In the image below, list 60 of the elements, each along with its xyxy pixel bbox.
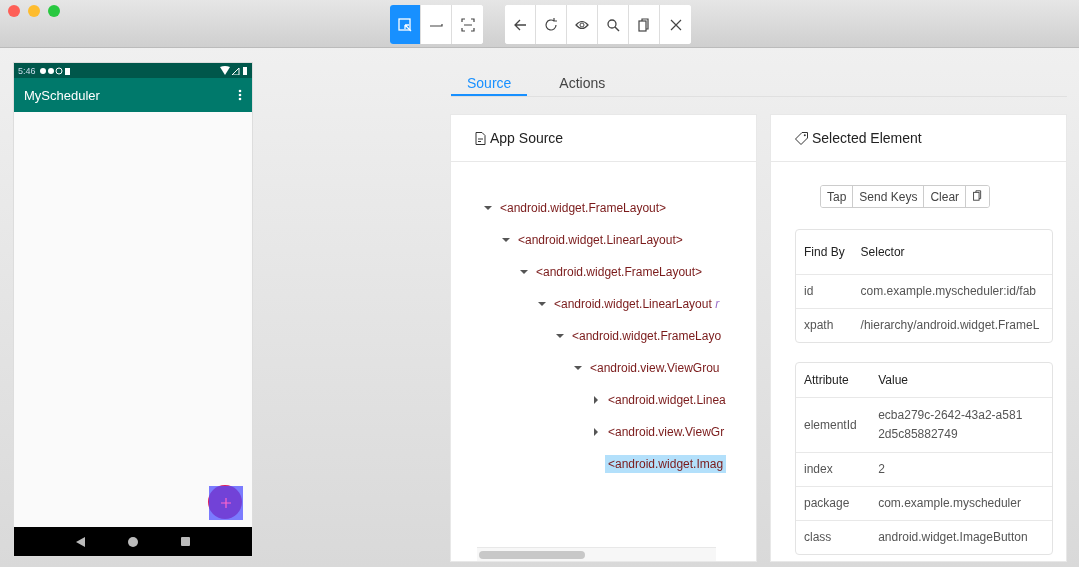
select-icon [398,17,412,32]
back-icon[interactable] [75,536,85,547]
table-cell: package [796,486,871,520]
overflow-menu-icon[interactable] [238,89,242,101]
status-time: 5:46 [18,65,36,76]
expand-caret-icon[interactable] [592,396,600,404]
collapse-caret-icon[interactable] [484,204,492,212]
search-icon [606,17,620,32]
tab[interactable]: Actions [543,62,622,96]
table-cell: xpath [796,308,853,342]
panel-title: Selected Element [812,130,922,146]
collapse-caret-icon[interactable] [502,236,510,244]
toolbar-button[interactable] [505,5,536,44]
action-button[interactable]: Tap [821,186,854,207]
table-cell: class [796,520,871,554]
horizontal-scrollbar[interactable] [477,547,716,561]
tag-icon [795,131,808,145]
refresh-icon [544,17,558,32]
tree-node[interactable]: <android.widget.Imag [605,455,727,473]
tree-node[interactable]: <android.widget.LinearLayout r [551,295,723,313]
table-cell: android.widget.ImageButton [870,520,1052,554]
home-icon[interactable] [128,536,138,547]
tree-node[interactable]: <android.view.ViewGr [605,423,728,441]
copy-icon [972,189,984,201]
tree-node[interactable]: <android.widget.Linea [605,391,729,409]
collapse-caret-icon[interactable] [520,268,528,276]
tree-node[interactable]: <android.widget.LinearLayout> [515,231,686,249]
table-cell: 2 [870,452,1052,486]
close-icon [668,17,683,32]
signal-icon [220,66,248,75]
column-header: Selector [852,230,1052,274]
tree-node[interactable]: <android.widget.FrameLayout> [497,199,670,217]
app-title: MyScheduler [24,87,100,103]
collapse-caret-icon[interactable] [574,364,582,372]
table-cell: com.example.myscheduler:id/fab [852,274,1052,308]
plus-icon [221,498,231,508]
table-cell: ecba279c-2642-43a2-a581 2d5c85882749 [870,397,1052,452]
expand-caret-icon[interactable] [592,428,600,436]
collapse-caret-icon[interactable] [556,332,564,340]
screenshot-icon [460,17,475,32]
back-arrow-icon [513,17,527,32]
swipe-icon [429,22,443,27]
column-header: Value [870,363,1052,397]
table-cell: elementId [796,397,871,452]
collapse-caret-icon[interactable] [538,300,546,308]
table-cell: /hierarchy/android.widget.FrameL [852,308,1052,342]
tree-node[interactable]: <android.widget.FrameLayo [569,327,725,345]
mode-button[interactable] [390,5,421,44]
table-cell: id [796,274,853,308]
tree-node[interactable]: <android.widget.FrameLayout> [533,263,706,281]
recents-icon[interactable] [181,537,191,546]
status-icons [39,66,70,75]
document-icon [475,131,486,145]
tree-node[interactable]: <android.view.ViewGrou [587,359,723,377]
table-cell: index [796,452,871,486]
panel-title: App Source [490,130,564,146]
column-header: Attribute [796,363,871,397]
table-cell: com.example.myscheduler [870,486,1052,520]
column-header: Find By [796,230,853,274]
copy-icon [637,17,651,32]
